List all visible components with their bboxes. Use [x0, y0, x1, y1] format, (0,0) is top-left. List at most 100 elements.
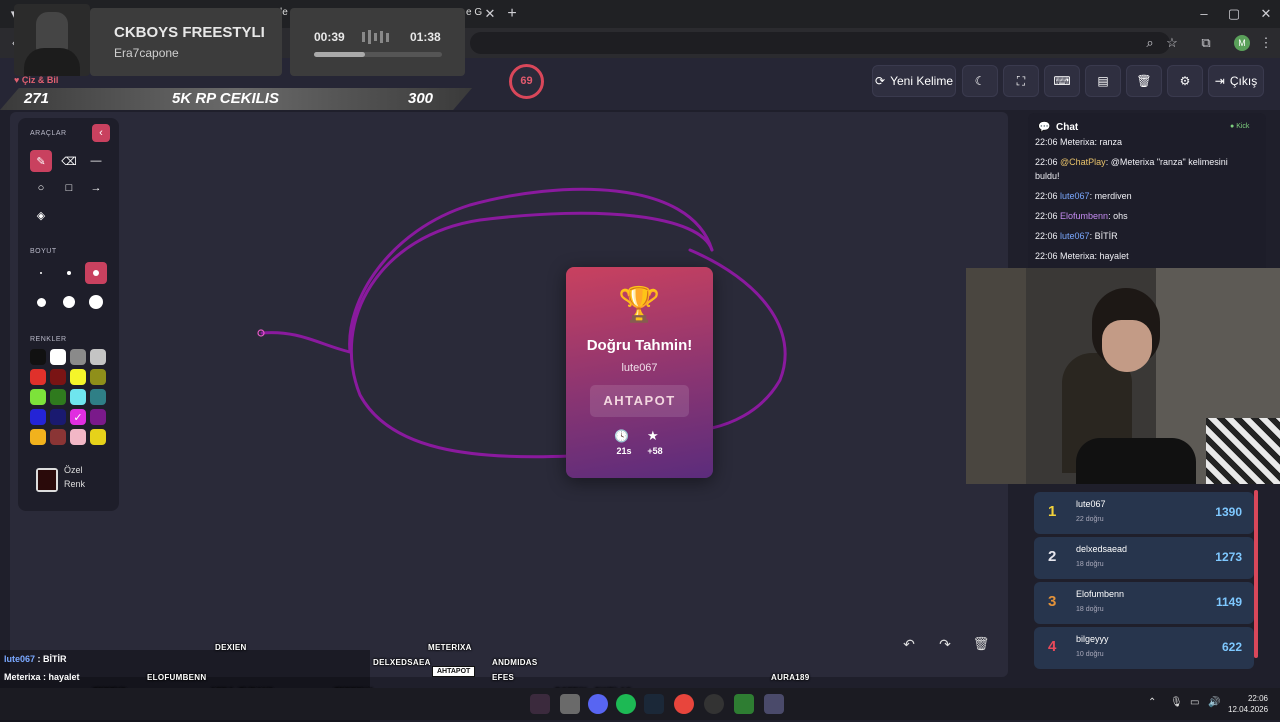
network-icon[interactable]: ▭	[1190, 697, 1199, 708]
chat-user[interactable]: @ChatPlay	[1060, 157, 1106, 167]
card-title: Doğru Tahmin!	[586, 337, 693, 354]
custom-color-label-1: Özel	[64, 465, 83, 475]
player-score: 622	[1221, 640, 1242, 654]
player-score: 1273	[1215, 550, 1242, 564]
tools-label: ARAÇLAR	[30, 130, 67, 137]
size-xs[interactable]	[30, 262, 52, 284]
player-correct-count: 22 doğru	[1076, 516, 1104, 523]
redo-button[interactable]: ↷	[933, 636, 957, 658]
paint-bucket-icon: ◈	[36, 209, 46, 222]
volume-icon[interactable]: 🔊	[1208, 697, 1220, 708]
player-score: 1149	[1215, 595, 1242, 609]
chat-message: 22:06 lute067: merdiven	[1035, 189, 1253, 203]
color-palette: ✓	[30, 349, 112, 445]
taskbar-app-icon[interactable]	[764, 694, 784, 714]
color-swatch[interactable]	[70, 349, 86, 365]
chat-message: 22:06 Meterixa: ranza	[1035, 135, 1253, 149]
size-l[interactable]	[30, 291, 52, 313]
size-s[interactable]	[58, 262, 80, 284]
color-swatch[interactable]	[90, 349, 106, 365]
chat-user[interactable]: Meterixa	[1060, 251, 1095, 261]
chat-user[interactable]: lute067	[1060, 231, 1090, 241]
color-swatch[interactable]	[70, 369, 86, 385]
circle-tool[interactable]: ○	[30, 177, 52, 199]
color-swatch[interactable]	[50, 369, 66, 385]
discord-icon[interactable]	[588, 694, 608, 714]
color-swatch[interactable]	[50, 429, 66, 445]
clear-canvas-button[interactable]: 🗑	[969, 636, 993, 658]
undo-button[interactable]: ↶	[897, 636, 921, 658]
eraser-tool[interactable]: ⌫	[58, 150, 80, 172]
undo-icon: ↶	[903, 636, 915, 652]
card-player: lute067	[621, 362, 658, 374]
system-clock[interactable]: 22:06 12.04.2026	[1228, 693, 1268, 715]
color-swatch[interactable]	[70, 429, 86, 445]
steam-icon[interactable]	[644, 694, 664, 714]
arrow-icon: →	[90, 182, 102, 194]
chat-title: Chat	[1056, 122, 1079, 133]
size-xl[interactable]	[58, 291, 80, 313]
overlay-chat-text: : BİTİR	[35, 654, 67, 664]
chat-message-list: 22:06 Meterixa: ranza 22:06 @ChatPlay: @M…	[1035, 135, 1253, 269]
color-swatch[interactable]	[50, 349, 66, 365]
player-correct-count: 18 doğru	[1076, 606, 1104, 613]
chat-user[interactable]: lute067	[1060, 191, 1090, 201]
overlay-chat-user: lute067	[4, 654, 36, 664]
taskbar-app-icon[interactable]	[734, 694, 754, 714]
color-swatch[interactable]	[50, 409, 66, 425]
chat-bubble-icon: 💬	[1038, 122, 1051, 133]
size-label: BOYUT	[30, 248, 57, 255]
color-swatch[interactable]	[30, 389, 46, 405]
size-m[interactable]	[85, 262, 107, 284]
leaderboard-row: 4 bilgeyyy 10 doğru 622	[1034, 627, 1254, 669]
spotify-icon[interactable]	[616, 694, 636, 714]
arrow-tool[interactable]: →	[85, 177, 107, 199]
player-name: delxedsaead	[1076, 544, 1128, 554]
color-swatch[interactable]	[50, 389, 66, 405]
microphone-icon[interactable]: 🎙	[1170, 697, 1183, 708]
overlay-player-name: ELOFUMBENN	[147, 673, 207, 682]
chat-user[interactable]: Meterixa	[1060, 137, 1095, 147]
obs-icon[interactable]	[704, 694, 724, 714]
collapse-panel-button[interactable]: ‹	[92, 124, 110, 142]
chat-message: 22:06 lute067: BİTİR	[1035, 229, 1253, 243]
circle-icon: ○	[37, 182, 45, 194]
pen-tool[interactable]: ✎	[30, 150, 52, 172]
correct-guess-card: 🏆 Doğru Tahmin! lute067 AHTAPOT 🕓 21s ★ …	[566, 267, 713, 478]
tray-chevron-icon[interactable]: ⌃	[1148, 697, 1156, 708]
taskbar	[0, 688, 1280, 720]
chat-text: : ranza	[1094, 137, 1123, 147]
star-icon: ★	[647, 428, 659, 443]
custom-color-swatch[interactable]	[36, 468, 58, 492]
color-swatch[interactable]	[70, 389, 86, 405]
chrome-icon[interactable]	[674, 694, 694, 714]
player-rank: 4	[1048, 638, 1057, 655]
taskbar-app-icon[interactable]	[560, 694, 580, 714]
color-swatch[interactable]	[90, 409, 106, 425]
fill-tool[interactable]: ◈	[30, 204, 52, 226]
color-swatch[interactable]	[30, 369, 46, 385]
custom-color-label-2: Renk	[64, 479, 86, 489]
color-swatch[interactable]: ✓	[70, 409, 86, 425]
tool-panel: ARAÇLAR ‹ ✎ ⌫ — ○ □ → ◈ BOYUT RENKLER ✓ …	[18, 118, 119, 511]
line-tool[interactable]: —	[85, 150, 107, 172]
color-swatch[interactable]	[30, 409, 46, 425]
color-swatch[interactable]	[90, 389, 106, 405]
color-swatch[interactable]	[30, 429, 46, 445]
overlay-chat-user: Meterixa	[4, 672, 41, 682]
chat-message: 22:06 @ChatPlay: @Meterixa "ranza" kelim…	[1035, 155, 1253, 183]
color-swatch[interactable]	[90, 369, 106, 385]
chat-user[interactable]: Elofumbenn	[1060, 211, 1108, 221]
square-icon: □	[65, 182, 73, 194]
leaderboard-scrollbar[interactable]	[1254, 490, 1258, 658]
platform-status: ● Kick	[1230, 123, 1249, 130]
color-swatch[interactable]	[30, 349, 46, 365]
overlay-speech-bubble: AHTAPOT	[432, 666, 476, 677]
taskbar-app-icon[interactable]	[530, 694, 550, 714]
chat-time: 22:06	[1035, 191, 1061, 201]
color-swatch[interactable]	[90, 429, 106, 445]
card-points: +58	[647, 446, 663, 456]
trash-icon: 🗑	[972, 636, 990, 651]
size-xxl[interactable]	[85, 291, 107, 313]
rectangle-tool[interactable]: □	[58, 177, 80, 199]
